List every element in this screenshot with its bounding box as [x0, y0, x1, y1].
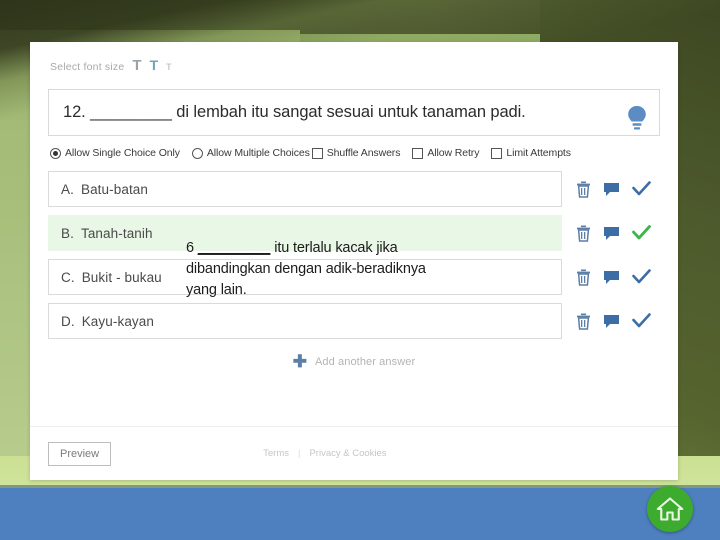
terms-link[interactable]: Terms [263, 448, 289, 459]
correct-check-icon[interactable] [632, 181, 651, 197]
font-size-selector: Select font size T T T [48, 58, 660, 80]
card-footer: Preview Terms | Privacy & Cookies [30, 426, 678, 480]
table-row: D. Kayu-kayan [48, 303, 660, 339]
delete-icon[interactable] [576, 225, 591, 242]
slide-footer-bar [0, 488, 720, 540]
answer-text: Tanah-tanih [80, 225, 153, 241]
font-size-small-icon[interactable]: T [166, 63, 172, 72]
correct-check-icon[interactable] [632, 225, 651, 241]
add-another-answer-label: Add another answer [314, 355, 416, 368]
delete-icon[interactable] [576, 181, 591, 198]
overlay-line-1-blank: _________ [197, 240, 271, 256]
screen: Select font size T T T 12. _________ di … [0, 0, 720, 540]
comment-icon[interactable] [603, 182, 620, 197]
footer-separator: | [298, 448, 301, 459]
font-size-medium-icon[interactable]: T [150, 58, 159, 72]
overlay-line-3: yang lain. [186, 281, 247, 298]
row-actions [576, 181, 660, 198]
answer-input[interactable]: D. Kayu-kayan [48, 303, 562, 339]
setting-label: Limit Attempts [506, 147, 571, 159]
setting-allow-single-choice[interactable]: Allow Single Choice Only [50, 147, 180, 159]
answer-letter: B. [61, 225, 74, 241]
overlay-annotation-text: 6 _________ itu terlalu kacak jika diban… [186, 238, 506, 301]
setting-label: Shuffle Answers [326, 147, 401, 159]
overlay-line-1-prefix: 6 [186, 240, 198, 256]
delete-icon[interactable] [576, 269, 591, 286]
hint-button[interactable] [620, 100, 654, 140]
comment-icon[interactable] [603, 314, 620, 329]
answer-letter: A. [61, 181, 74, 197]
answer-text: Kayu-kayan [81, 313, 154, 329]
setting-shuffle-answers[interactable]: Shuffle Answers [311, 147, 401, 159]
delete-icon[interactable] [576, 313, 591, 330]
answer-input[interactable]: A. Batu-batan [48, 171, 562, 207]
row-actions [576, 313, 660, 330]
answer-letter: C. [61, 269, 75, 285]
answer-text: Batu-batan [80, 181, 149, 197]
table-row: A. Batu-batan [48, 171, 660, 207]
correct-check-icon[interactable] [632, 269, 651, 285]
question-text: 12. _________ di lembah itu sangat sesua… [63, 103, 526, 121]
radio-single-choice-icon[interactable] [50, 147, 61, 159]
setting-label: Allow Multiple Choices [206, 147, 310, 159]
answer-letter: D. [61, 313, 75, 329]
preview-button[interactable]: Preview [48, 441, 112, 466]
row-actions [576, 225, 660, 242]
font-size-label: Select font size [50, 61, 125, 73]
row-actions [576, 269, 660, 286]
comment-icon[interactable] [603, 226, 620, 241]
add-another-answer-button[interactable]: ✚ Add another answer [48, 353, 660, 370]
comment-icon[interactable] [603, 270, 620, 285]
correct-check-icon[interactable] [632, 313, 651, 329]
privacy-cookies-link[interactable]: Privacy & Cookies [309, 448, 386, 459]
radio-multiple-choices-icon[interactable] [191, 147, 203, 159]
setting-label: Allow Retry [427, 147, 480, 159]
lightbulb-icon [626, 105, 648, 135]
plus-icon: ✚ [292, 352, 307, 371]
checkbox-shuffle-answers-icon[interactable] [311, 147, 323, 159]
home-button[interactable] [647, 486, 693, 532]
overlay-line-1: 6 _________ itu terlalu kacak jika [186, 238, 506, 259]
home-icon [656, 495, 684, 523]
setting-label: Allow Single Choice Only [65, 147, 180, 159]
setting-allow-retry[interactable]: Allow Retry [412, 147, 479, 159]
footer-links: Terms | Privacy & Cookies [263, 448, 386, 459]
setting-limit-attempts[interactable]: Limit Attempts [491, 147, 571, 159]
font-size-large-icon[interactable]: T [132, 58, 141, 73]
setting-allow-multiple-choices[interactable]: Allow Multiple Choices [191, 147, 310, 159]
overlay-line-2: dibandingkan dengan adik-beradiknya [186, 260, 426, 277]
answer-settings-row: Allow Single Choice Only Allow Multiple … [48, 147, 660, 159]
overlay-line-1-suffix: itu terlalu kacak jika [270, 240, 398, 256]
answer-text: Bukit - bukau [81, 269, 162, 285]
question-input[interactable]: 12. _________ di lembah itu sangat sesua… [48, 89, 660, 136]
checkbox-allow-retry-icon[interactable] [412, 147, 424, 159]
checkbox-limit-attempts-icon[interactable] [491, 147, 503, 159]
